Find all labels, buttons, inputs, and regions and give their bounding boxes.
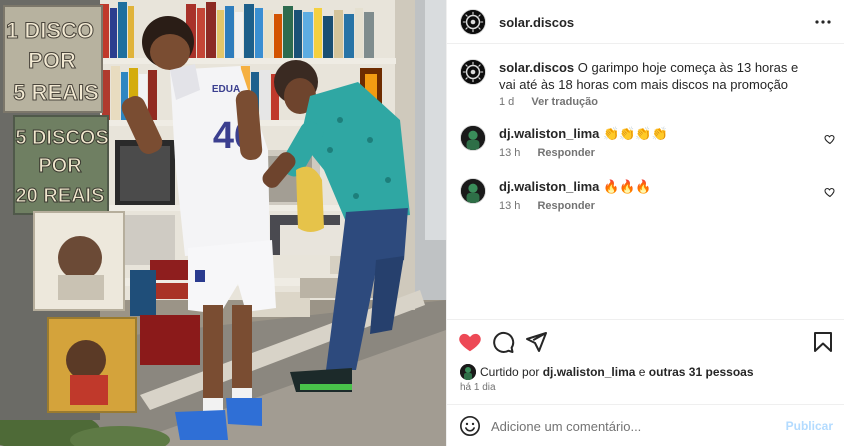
reply-link[interactable]: Responder — [537, 147, 594, 159]
liked-by-and: e — [638, 365, 646, 379]
comment-text: 👏👏👏👏 — [603, 126, 668, 141]
add-comment-bar: Publicar — [447, 404, 844, 446]
profile-photo-icon — [461, 126, 485, 150]
comment-text: 🔥🔥🔥 — [603, 179, 652, 194]
caption-username[interactable]: solar.discos — [499, 60, 574, 75]
author-username[interactable]: solar.discos — [499, 15, 574, 30]
emoji-icon[interactable] — [459, 415, 481, 437]
likes-summary: Curtido por dj.waliston_lima e outras 31… — [460, 364, 754, 380]
bookmark-icon[interactable] — [811, 330, 835, 354]
comment-like-icon[interactable] — [824, 133, 836, 145]
comment-username[interactable]: dj.waliston_lima — [499, 179, 599, 194]
commenter-avatar[interactable] — [460, 178, 486, 204]
publish-button[interactable]: Publicar — [786, 419, 833, 433]
jersey-name: EDUA — [212, 84, 240, 95]
comments-section: solar.discos O garimpo hoje começa às 13… — [447, 44, 844, 319]
commenter-avatar[interactable] — [460, 125, 486, 151]
sign-top-line-3: 5 REAIS — [13, 80, 99, 105]
comment-meta: 13 h Responder — [499, 147, 609, 159]
post-age[interactable]: há 1 dia — [460, 382, 496, 393]
caption-text-block: solar.discos O garimpo hoje começa às 13… — [499, 59, 809, 93]
liked-by-user[interactable]: dj.waliston_lima — [543, 365, 636, 379]
comment-age: 13 h — [499, 200, 521, 212]
sign-bottom-line-3: 20 REAIS — [16, 185, 105, 207]
sign-top-line-1: 1 DISCO — [6, 18, 94, 43]
photo-scene: 1 DISCO POR 5 REAIS 5 DISCOS POR 20 REAI… — [0, 0, 446, 446]
reply-link[interactable]: Responder — [537, 200, 594, 212]
comment-meta: 13 h Responder — [499, 200, 609, 212]
comment-text-block: dj.waliston_lima 🔥🔥🔥 — [499, 178, 809, 195]
post-side-panel: solar.discos solar.discos O garimpo hoje… — [446, 0, 844, 446]
sign-top-line-2: POR — [28, 48, 76, 73]
heart-filled-icon[interactable] — [458, 330, 482, 354]
comment-text-block: dj.waliston_lima 👏👏👏👏 — [499, 125, 809, 142]
more-horizontal-icon[interactable] — [811, 10, 835, 34]
profile-photo-icon — [461, 179, 485, 203]
caption-avatar[interactable] — [460, 59, 486, 85]
liker-avatar[interactable] — [460, 364, 476, 380]
send-icon[interactable] — [524, 330, 548, 354]
liked-by-others[interactable]: outras 31 pessoas — [649, 365, 754, 379]
caption-meta: 1 d Ver tradução — [499, 96, 612, 108]
comment-input[interactable] — [491, 415, 781, 437]
profile-photo-icon — [460, 364, 476, 380]
sun-logo-icon — [461, 10, 485, 34]
caption-age: 1 d — [499, 96, 515, 108]
sign-bottom-line-1: 5 DISCOS — [15, 127, 108, 149]
liked-by-prefix: Curtido por — [480, 365, 540, 379]
comment-age: 13 h — [499, 147, 521, 159]
post-photo[interactable]: 1 DISCO POR 5 REAIS 5 DISCOS POR 20 REAI… — [0, 0, 446, 446]
see-translation-link[interactable]: Ver tradução — [531, 96, 598, 108]
author-avatar[interactable] — [460, 9, 486, 35]
comment-icon[interactable] — [491, 330, 515, 354]
sign-bottom-line-2: POR — [38, 155, 82, 177]
post-actions: Curtido por dj.waliston_lima e outras 31… — [447, 319, 844, 404]
post-header: solar.discos — [447, 0, 844, 44]
sun-logo-icon — [461, 60, 485, 84]
comment-username[interactable]: dj.waliston_lima — [499, 126, 599, 141]
comment-like-icon[interactable] — [824, 186, 836, 198]
